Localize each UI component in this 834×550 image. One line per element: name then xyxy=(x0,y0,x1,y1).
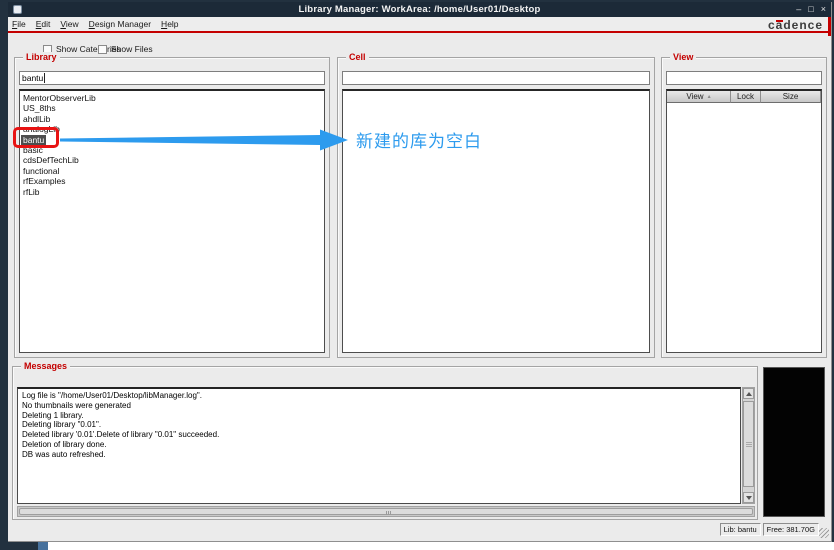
menu-file[interactable]: File xyxy=(12,19,26,29)
minimize-button[interactable]: – xyxy=(796,2,801,17)
maximize-button[interactable]: □ xyxy=(808,2,813,17)
library-panel: Library bantu MentorObserverLib US_8ths … xyxy=(14,52,330,358)
view-table-header: View ▴ Lock Size xyxy=(667,91,821,103)
cell-panel-title: Cell xyxy=(346,52,369,63)
message-line: DB was auto refreshed. xyxy=(22,449,106,459)
status-lib: Lib: bantu xyxy=(719,523,761,536)
library-list-item[interactable]: cdsDefTechLib xyxy=(20,155,324,165)
view-panel-title: View xyxy=(670,52,697,63)
library-list-item[interactable]: US_8ths xyxy=(20,103,324,113)
status-bar: Lib: bantu Free: 381.70G xyxy=(8,521,832,542)
annotation-text: 新建的库为空白 xyxy=(356,132,482,151)
accent-edge xyxy=(828,17,831,36)
size-column-header[interactable]: Size xyxy=(761,91,821,103)
window-icon xyxy=(13,5,22,14)
menu-design-manager[interactable]: Design Manager xyxy=(89,19,151,29)
desktop-taskbar-fragment xyxy=(38,542,48,550)
vertical-scroll-thumb[interactable] xyxy=(743,401,754,487)
message-line: Log file is "/home/User01/Desktop/libMan… xyxy=(22,391,202,400)
messages-text-area: Log file is "/home/User01/Desktop/libMan… xyxy=(17,387,741,504)
text-caret xyxy=(44,73,46,83)
desktop: Library Manager: WorkArea: /home/User01/… xyxy=(0,0,834,550)
annotation-highlight-box xyxy=(13,127,59,148)
show-files-checkbox[interactable] xyxy=(98,45,107,54)
cadence-logo-accent-icon xyxy=(775,20,783,22)
scroll-down-button[interactable] xyxy=(743,492,754,503)
library-list-item[interactable]: ahdlLib xyxy=(20,114,324,124)
library-filter-value: bantu xyxy=(22,73,44,83)
horizontal-scroll-thumb[interactable] xyxy=(19,508,753,515)
library-list-item[interactable]: functional xyxy=(20,166,324,176)
desktop-strip xyxy=(48,542,834,550)
close-button[interactable]: × xyxy=(821,2,826,17)
menu-help[interactable]: Help xyxy=(161,19,178,29)
scroll-up-button[interactable] xyxy=(743,388,754,399)
view-column-header[interactable]: View ▴ xyxy=(667,91,731,103)
resize-grip[interactable] xyxy=(819,528,829,538)
message-line: Deletion of library done. xyxy=(22,439,107,449)
library-manager-window: Library Manager: WorkArea: /home/User01/… xyxy=(8,2,832,542)
message-line: Deleted library '0.01'.Delete of library… xyxy=(22,430,220,440)
message-line: Deleting 1 library. xyxy=(22,410,84,420)
messages-panel: Messages Log file is "/home/User01/Deskt… xyxy=(12,361,758,520)
cell-panel: Cell xyxy=(337,52,655,358)
view-filter-input[interactable] xyxy=(666,71,822,85)
title-bar[interactable]: Library Manager: WorkArea: /home/User01/… xyxy=(8,2,831,17)
messages-vertical-scrollbar[interactable] xyxy=(742,387,755,504)
library-panel-title: Library xyxy=(23,52,60,63)
status-free-space: Free: 381.70G xyxy=(762,523,819,536)
library-list-item[interactable]: rfLib xyxy=(20,187,324,197)
scroll-down-icon xyxy=(745,495,752,500)
library-list-item[interactable]: rfExamples xyxy=(20,176,324,186)
library-list-item[interactable]: MentorObserverLib xyxy=(20,93,324,103)
library-filter-input[interactable]: bantu xyxy=(19,71,325,85)
scroll-up-icon xyxy=(745,391,752,396)
preview-box xyxy=(763,367,825,517)
menu-bar: File Edit View Design Manager Help xyxy=(8,17,831,33)
view-column-label: View xyxy=(686,92,704,101)
view-panel: View View ▴ Lock Size xyxy=(661,52,827,358)
cell-filter-input[interactable] xyxy=(342,71,650,85)
messages-panel-title: Messages xyxy=(21,361,71,372)
menu-edit[interactable]: Edit xyxy=(36,19,51,29)
message-line: No thumbnails were generated xyxy=(22,400,131,410)
menu-view[interactable]: View xyxy=(60,19,78,29)
lock-column-header[interactable]: Lock xyxy=(731,91,761,103)
show-files-label: Show Files xyxy=(111,44,153,54)
messages-horizontal-scrollbar[interactable] xyxy=(17,506,755,517)
annotation-arrow-icon xyxy=(60,129,348,151)
message-line: Deleting library "0.01". xyxy=(22,420,102,430)
window-title: Library Manager: WorkArea: /home/User01/… xyxy=(298,4,541,15)
sort-icon: ▴ xyxy=(707,94,711,100)
view-table[interactable]: View ▴ Lock Size xyxy=(666,89,822,353)
cadence-logo: cadence xyxy=(768,18,823,32)
